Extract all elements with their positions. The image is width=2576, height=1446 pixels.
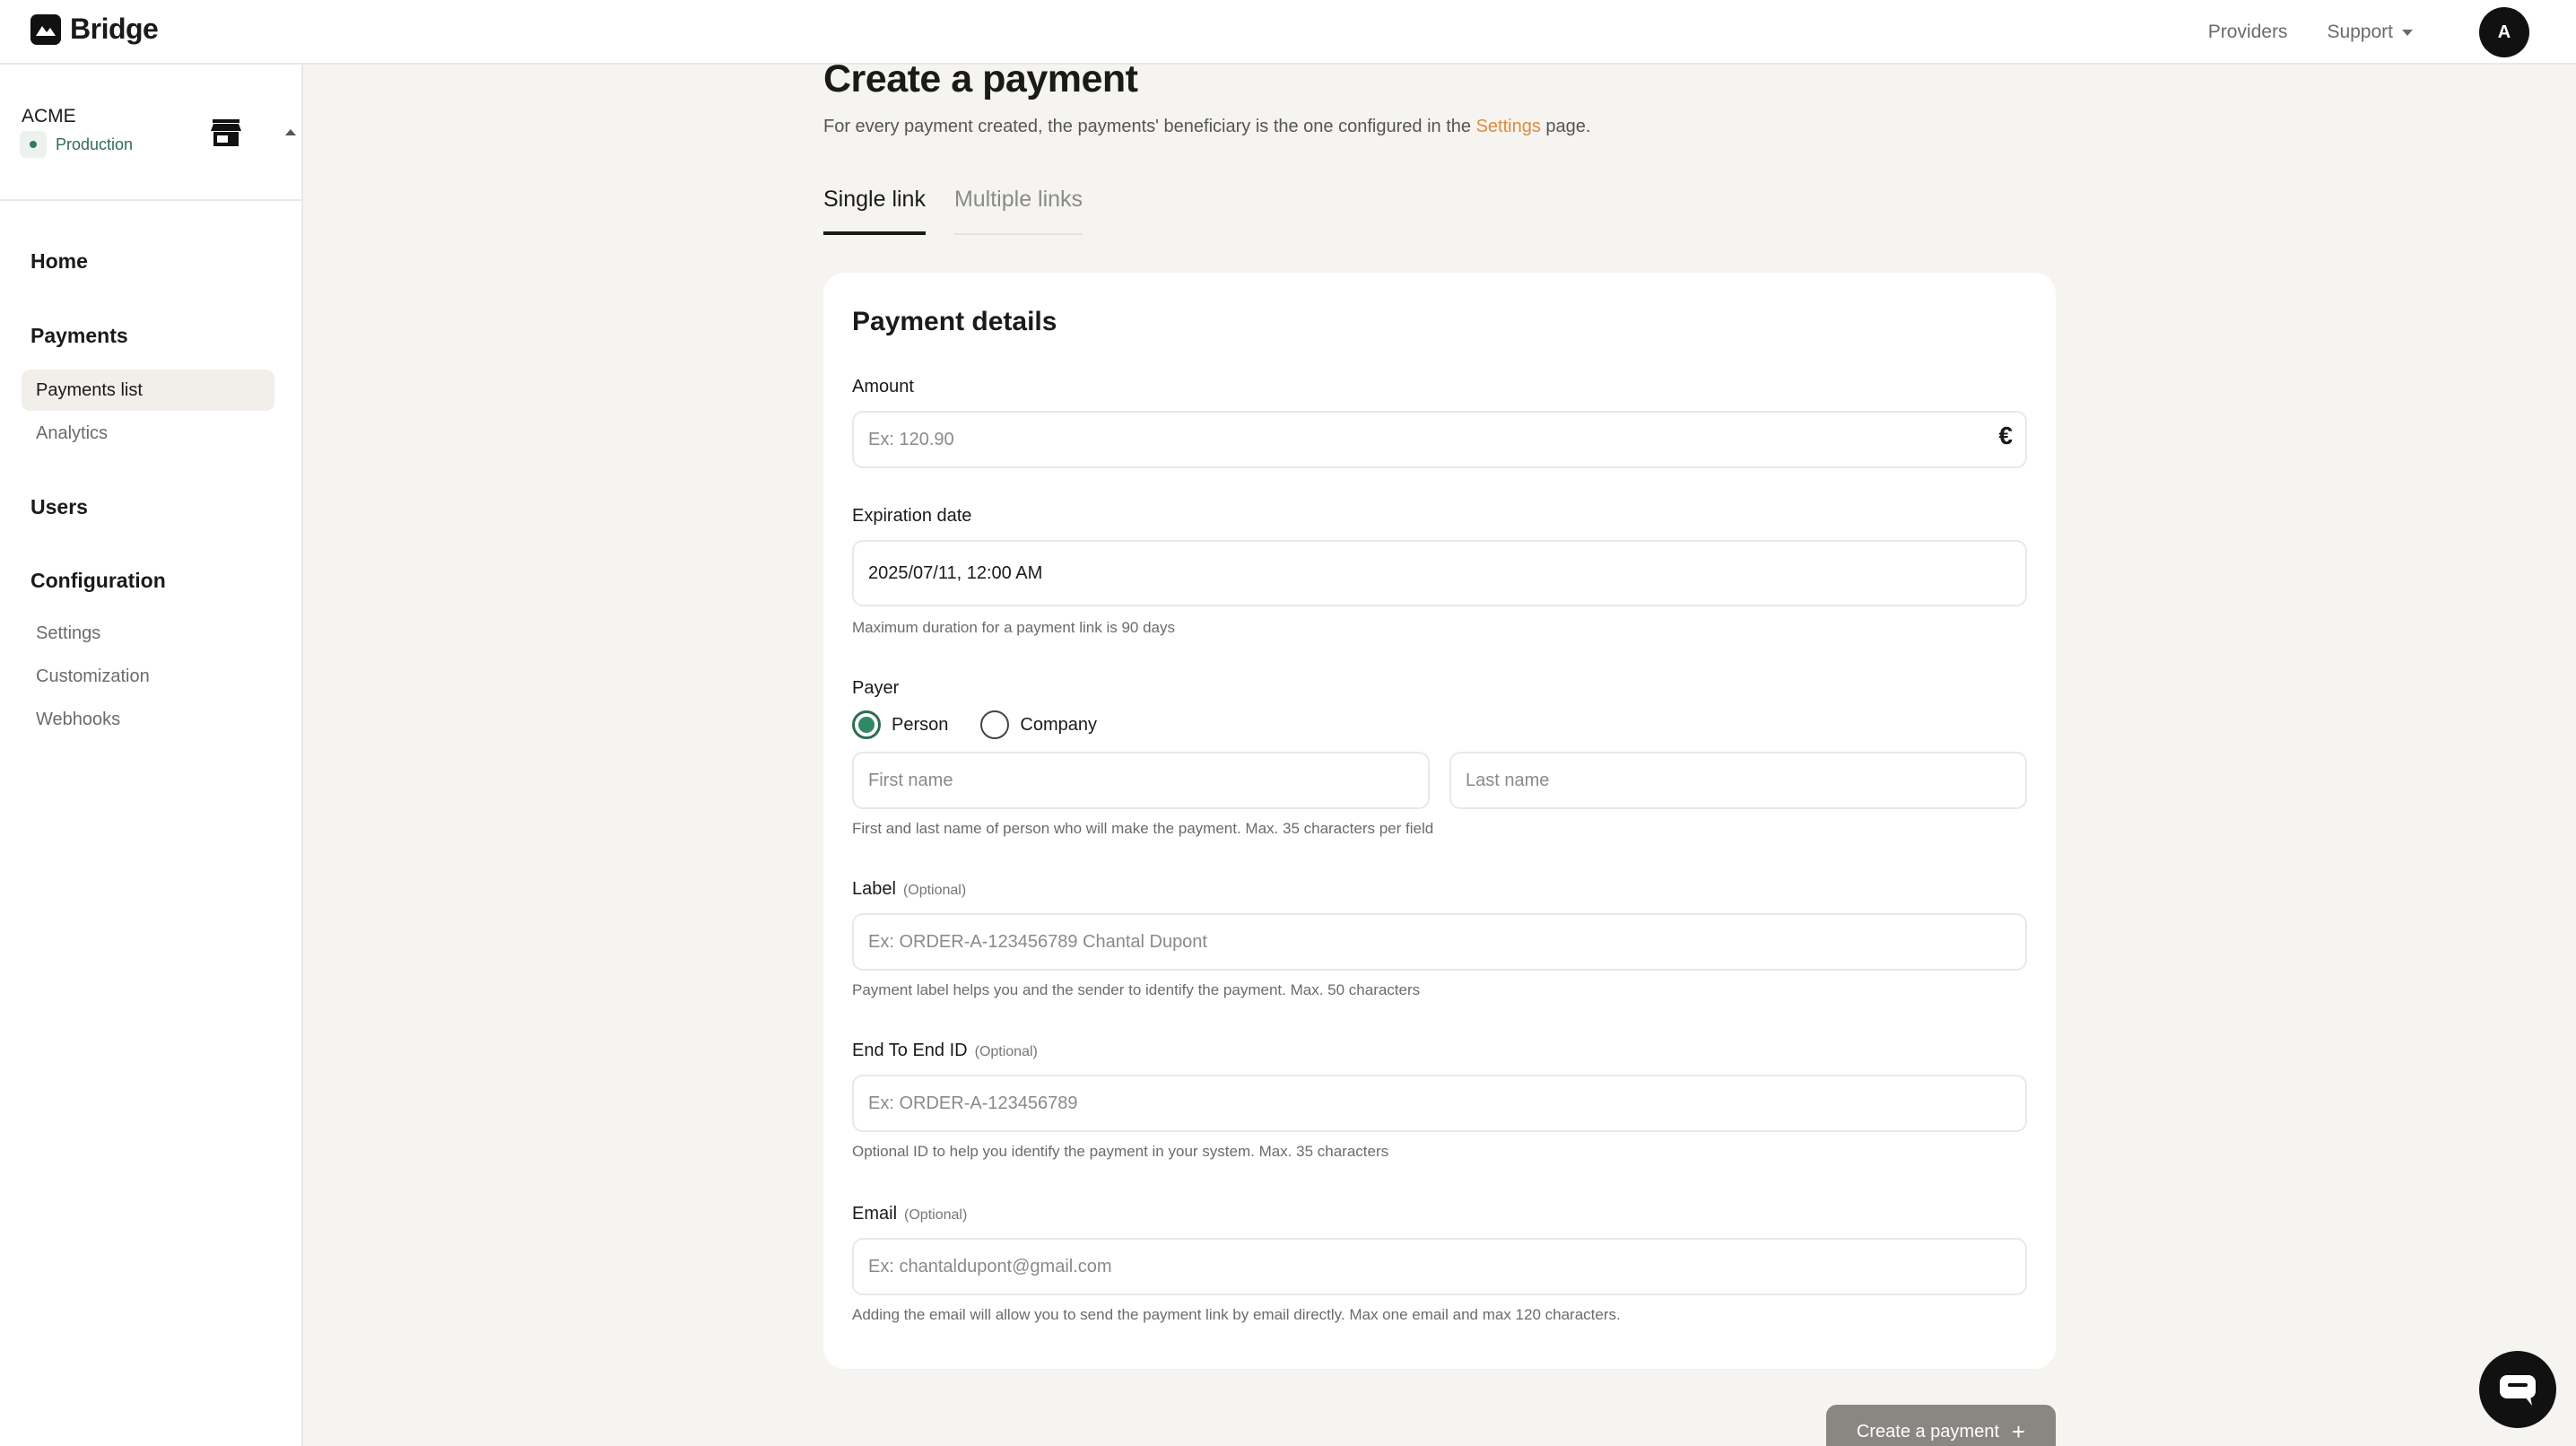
top-bar: Bridge Providers Support A	[0, 0, 2576, 65]
payment-label-input[interactable]	[852, 913, 2027, 971]
page-title: Create a payment	[823, 57, 1138, 100]
avatar[interactable]: A	[2479, 7, 2529, 57]
environment-badge: Production	[20, 131, 133, 158]
org-switcher[interactable]: ACME Production	[0, 65, 301, 201]
euro-icon: €	[1998, 422, 2013, 449]
nav-settings[interactable]: Settings	[22, 613, 274, 654]
environment-label: Production	[56, 135, 134, 153]
nav-configuration-heading[interactable]: Configuration	[30, 569, 166, 593]
payer-radio-group: Person Company	[852, 710, 1129, 739]
expiration-help: Maximum duration for a payment link is 9…	[852, 619, 1175, 636]
payer-help: First and last name of person who will m…	[852, 820, 1434, 837]
create-payment-button[interactable]: Create a payment +	[1826, 1405, 2056, 1446]
plus-icon: +	[2011, 1418, 2026, 1445]
label-field-label: Label (Optional)	[852, 879, 966, 900]
email-help: Adding the email will allow you to send …	[852, 1306, 1621, 1323]
radio-person[interactable]	[852, 710, 881, 739]
tab-single-link[interactable]: Single link	[823, 183, 926, 235]
end-to-end-text: End To End ID	[852, 1041, 968, 1060]
nav-payments-heading[interactable]: Payments	[30, 324, 128, 348]
email-label: Email (Optional)	[852, 1204, 967, 1224]
radio-company[interactable]	[980, 710, 1010, 739]
end-to-end-help: Optional ID to help you identify the pay…	[852, 1143, 1389, 1160]
first-name-input[interactable]	[852, 752, 1430, 809]
create-payment-label: Create a payment	[1856, 1421, 1999, 1442]
last-name-input[interactable]	[1449, 752, 2027, 809]
subtitle-text: For every payment created, the payments'…	[823, 117, 1476, 136]
nav-users[interactable]: Users	[30, 495, 88, 519]
amount-input[interactable]	[852, 411, 2027, 468]
nav-customization[interactable]: Customization	[22, 656, 274, 697]
sidebar: ACME Production Home Payments Payments l…	[0, 65, 303, 1446]
nav-home[interactable]: Home	[30, 249, 88, 274]
optional-tag: (Optional)	[902, 883, 967, 898]
label-field-text: Label	[852, 879, 896, 899]
payer-label: Payer	[852, 678, 900, 698]
radio-company-label[interactable]: Company	[1020, 715, 1097, 736]
bridge-logo[interactable]: Bridge	[30, 13, 159, 46]
nav-webhooks[interactable]: Webhooks	[22, 699, 274, 740]
chevron-up-icon	[285, 129, 296, 135]
optional-tag: (Optional)	[974, 1044, 1038, 1059]
expiration-label: Expiration date	[852, 506, 972, 526]
page-subtitle: For every payment created, the payments'…	[823, 117, 1590, 137]
email-input[interactable]	[852, 1238, 2027, 1295]
expiration-date-input[interactable]	[852, 540, 2027, 606]
card-title: Payment details	[852, 307, 1057, 336]
logo-text: Bridge	[70, 13, 159, 45]
org-name: ACME	[22, 106, 76, 126]
subtitle-end: page.	[1540, 117, 1591, 136]
logo-icon	[30, 13, 61, 45]
amount-label: Amount	[852, 377, 914, 396]
support-menu[interactable]: Support	[2327, 22, 2413, 43]
providers-link[interactable]: Providers	[2208, 22, 2288, 43]
email-label-text: Email	[852, 1204, 898, 1224]
optional-tag: (Optional)	[904, 1207, 968, 1223]
chat-icon[interactable]	[2479, 1351, 2556, 1428]
nav-payments-list[interactable]: Payments list	[22, 370, 274, 411]
end-to-end-id-input[interactable]	[852, 1075, 2027, 1132]
label-help: Payment label helps you and the sender t…	[852, 981, 1421, 998]
payment-details-card: Payment details Amount € Expiration date…	[823, 273, 2056, 1369]
tab-multiple-links[interactable]: Multiple links	[953, 183, 1083, 235]
store-icon	[211, 119, 241, 146]
chevron-down-icon	[2402, 29, 2413, 36]
tab-bar: Single link Multiple links	[823, 183, 1083, 235]
status-dot-icon	[20, 131, 47, 158]
radio-person-label[interactable]: Person	[892, 715, 948, 736]
support-label: Support	[2327, 22, 2393, 42]
settings-link[interactable]: Settings	[1476, 117, 1541, 136]
nav-analytics[interactable]: Analytics	[22, 413, 274, 454]
end-to-end-label: End To End ID (Optional)	[852, 1041, 1038, 1061]
